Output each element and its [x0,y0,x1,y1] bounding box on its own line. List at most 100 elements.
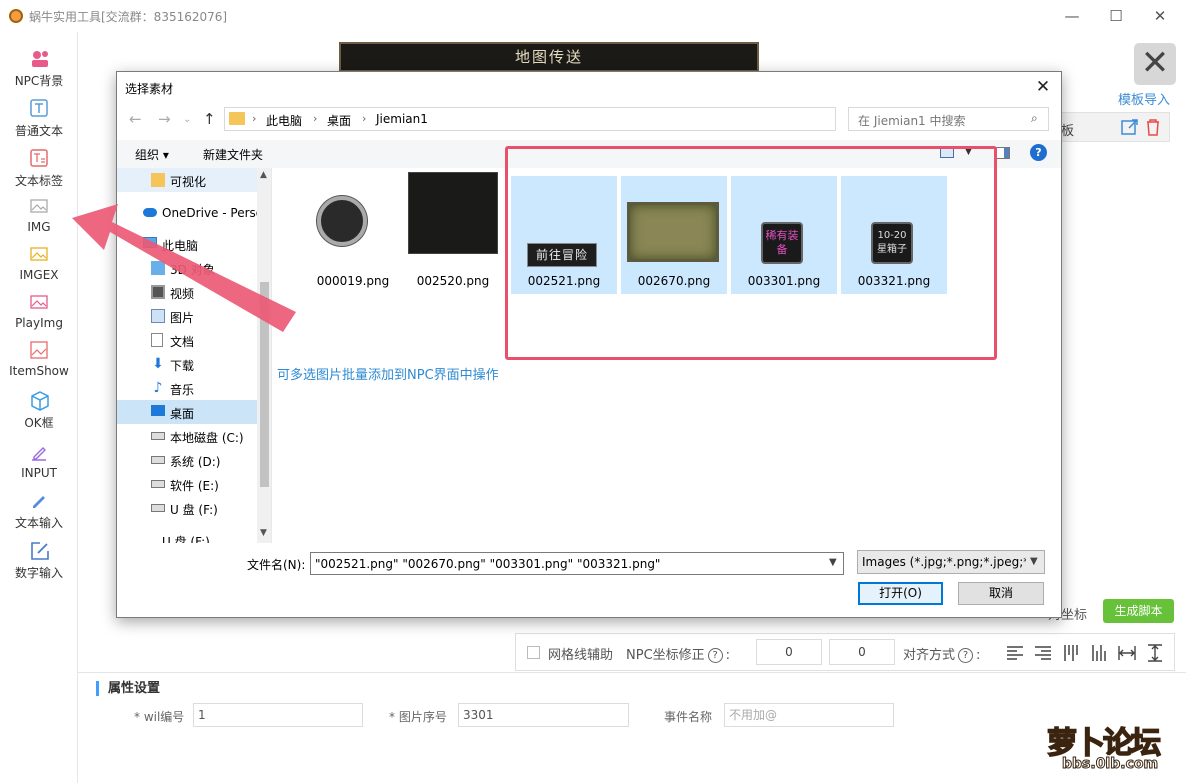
tool-label: 普通文本 [14,124,63,138]
help-icon[interactable]: ? [1030,144,1047,161]
nav-item-this-pc[interactable]: 此电脑 [117,232,257,256]
tool-npc-background[interactable]: NPC背景 [0,44,78,92]
close-editor-button[interactable]: ✕ [1134,43,1176,85]
help-circle-icon[interactable]: ? [707,648,723,663]
nav-item-drive-f-2[interactable]: U 盘 (F:) [117,528,257,543]
dialog-close-button[interactable]: ✕ [1031,76,1055,98]
drive-icon [151,480,165,488]
npc-x-offset-input[interactable]: 0 [756,639,822,665]
trash-icon[interactable] [1145,118,1161,136]
nav-item-downloads[interactable]: ⬇ 下载 [117,352,257,376]
nav-item-desktop[interactable]: 桌面 [117,400,257,424]
tool-label: IMG [27,220,51,234]
filename-input[interactable]: "002521.png" "002670.png" "003301.png" "… [310,552,844,575]
chevron-down-icon[interactable]: ▼ [829,557,837,568]
new-folder-button[interactable]: 新建文件夹 [203,146,263,163]
wil-input[interactable]: 1 [193,703,363,727]
organize-button[interactable]: 组织 ▾ [135,146,169,163]
nav-scrollbar-thumb[interactable] [260,282,269,487]
tool-text-input[interactable]: 文本输入 [0,486,78,534]
file-thumbnail [317,196,367,246]
nav-item-drive-c[interactable]: 本地磁盘 (C:) [117,424,257,448]
template-import-link[interactable]: 模板导入 [1118,89,1170,108]
template-row[interactable]: 板 [1052,112,1170,142]
nav-item-visualization[interactable]: 可视化 [117,168,257,192]
close-window-button[interactable]: ✕ [1140,4,1180,28]
tool-text[interactable]: 普通文本 [0,94,78,142]
breadcrumb-item[interactable]: Jiemian1 [376,112,428,126]
nav-item-3d-objects[interactable]: 3D 对象 [117,256,257,280]
tool-label: NPC背景 [14,74,64,88]
address-bar[interactable]: › 此电脑 › 桌面 › Jiemian1 ▼ ↻ [224,107,934,131]
file-name: 000019.png [316,274,390,288]
img-index-input[interactable]: 3301 [458,703,629,727]
nav-item-documents[interactable]: 文档 [117,328,257,352]
align-bottom-icon[interactable] [1090,644,1108,662]
tool-label: ItemShow [9,364,69,378]
file-item[interactable]: 002520.png [400,172,506,294]
tool-playimg[interactable]: PlayImg [0,288,78,336]
scroll-up-icon[interactable]: ▲ [260,170,267,180]
align-left-icon[interactable] [1006,644,1024,662]
distribute-vertical-icon[interactable] [1146,644,1164,662]
help-circle-icon[interactable]: ? [958,648,974,663]
tool-img[interactable]: IMG [0,192,78,240]
breadcrumb-item[interactable]: 此电脑 [266,112,302,129]
nav-item-music[interactable]: ♪ 音乐 [117,376,257,400]
grid-assist-checkbox[interactable] [527,646,540,659]
event-input[interactable]: 不用加@ [724,703,894,727]
nav-item-drive-e[interactable]: 软件 (E:) [117,472,257,496]
maximize-button[interactable]: ☐ [1096,4,1136,28]
open-button[interactable]: 打开(O) [858,582,943,605]
npc-background-icon [32,51,48,67]
preview-pane-icon[interactable] [996,147,1010,159]
cloud-icon [143,208,157,217]
tool-sidebar: NPC背景 普通文本 文本标签 IMG IMGEX PlayImg ItemSh… [0,32,78,783]
nav-item-pictures[interactable]: 图片 [117,304,257,328]
file-name: 002520.png [416,274,490,288]
tool-label: OK框 [24,416,54,430]
align-right-icon[interactable] [1034,644,1052,662]
breadcrumb-item[interactable]: 桌面 [327,112,351,129]
wil-label: * wil编号 [134,710,185,724]
pictures-icon [151,309,165,323]
tool-label: 文本标签 [14,174,63,188]
filename-label: 文件名(N): [247,558,306,572]
file-thumbnail [408,172,498,254]
minimize-button[interactable]: — [1052,4,1092,28]
tool-ok-box[interactable]: OK框 [0,386,78,434]
tool-text-label[interactable]: 文本标签 [0,144,78,192]
file-item[interactable]: 000019.png [300,176,406,294]
nav-item-drive-f[interactable]: U 盘 (F:) [117,496,257,520]
input-icon [32,447,46,461]
properties-panel: 属性设置 * wil编号 1 * 图片序号 3301 事件名称 不用加@ [78,672,1186,783]
align-top-icon[interactable] [1062,644,1080,662]
tool-number-input[interactable]: 数字输入 [0,536,78,584]
share-edit-icon[interactable] [1121,118,1139,136]
recent-chevron-icon[interactable]: ⌄ [183,114,191,125]
scroll-down-icon[interactable]: ▼ [260,528,267,538]
tool-label: 数字输入 [14,566,63,580]
tool-imgex[interactable]: IMGEX [0,240,78,288]
back-arrow-icon[interactable]: ← [129,110,142,128]
distribute-horizontal-icon[interactable] [1118,644,1136,662]
file-type-select[interactable]: Images (*.jpg;*.png;*.jpeg;*.g ▼ [857,550,1045,574]
video-icon [151,285,165,299]
tool-label: INPUT [21,466,57,480]
nav-item-videos[interactable]: 视频 [117,280,257,304]
nav-item-onedrive[interactable]: OneDrive - Perso [117,201,263,225]
generate-script-button[interactable]: 生成脚本 [1103,599,1174,623]
npc-y-offset-input[interactable]: 0 [829,639,895,665]
item-show-icon [30,341,48,359]
computer-icon [143,237,157,248]
tool-input[interactable]: INPUT [0,438,78,486]
nav-scrollbar[interactable]: ▲ ▼ [257,168,271,543]
app-logo-icon [9,9,23,23]
nav-item-drive-d[interactable]: 系统 (D:) [117,448,257,472]
cancel-button[interactable]: 取消 [958,582,1044,605]
search-input[interactable]: 在 Jiemian1 中搜索 ⌕ [848,107,1049,131]
forward-arrow-icon[interactable]: → [158,110,171,128]
chevron-right-icon: › [313,112,318,125]
tool-itemshow[interactable]: ItemShow [0,336,78,384]
up-arrow-icon[interactable]: ↑ [203,110,216,128]
